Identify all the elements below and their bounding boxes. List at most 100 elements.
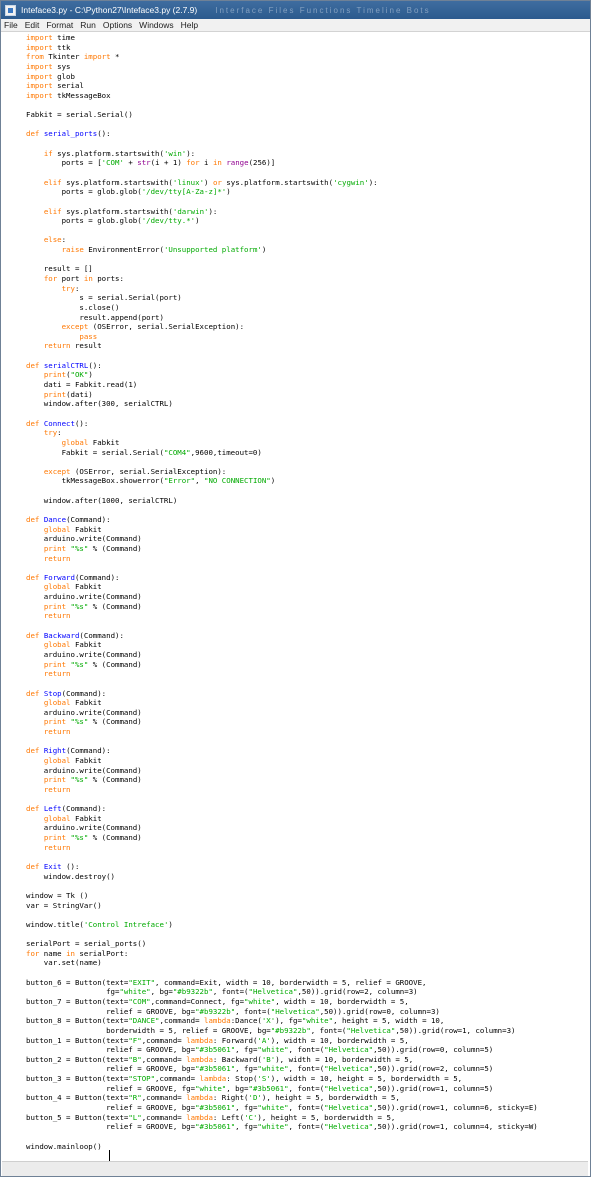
code-line[interactable]: window.after(1000, serialCTRL) [26, 496, 178, 505]
code-line[interactable]: for name in serialPort: [26, 949, 128, 958]
code-editor[interactable]: import time import ttk from Tkinter import… [2, 33, 588, 1161]
code-line[interactable]: var.set(name) [26, 958, 102, 967]
code-line[interactable]: Fabkit = serial.Serial("COM4",9600,timeo… [26, 448, 262, 457]
code-line[interactable]: global Fabkit [26, 698, 102, 707]
code-line[interactable]: def Backward(Command): [26, 631, 124, 640]
code-line[interactable]: def Forward(Command): [26, 573, 119, 582]
code-line[interactable]: return [26, 554, 71, 563]
code-line[interactable]: global Fabkit [26, 756, 102, 765]
menu-options[interactable]: Options [103, 20, 132, 30]
code-line[interactable]: print(dati) [26, 390, 93, 399]
code-line[interactable]: print("OK") [26, 370, 93, 379]
code-line[interactable]: relief = GROOVE, bg="#b9322b", font=("He… [26, 1007, 440, 1016]
code-line[interactable]: button_7 = Button(text="COM",command=Con… [26, 997, 409, 1006]
code-line[interactable]: relief = GROOVE, bg="#3b5061", fg="white… [26, 1064, 493, 1073]
code-line[interactable]: relief = GROOVE, bg="#3b5061", fg="white… [26, 1045, 493, 1054]
code-line[interactable]: result = [] [26, 264, 93, 273]
code-line[interactable]: return [26, 727, 71, 736]
code-line[interactable]: serialPort = serial_ports() [26, 939, 146, 948]
code-line[interactable]: global Fabkit [26, 814, 102, 823]
code-line[interactable]: def Stop(Command): [26, 689, 106, 698]
menu-run[interactable]: Run [80, 20, 96, 30]
code-line[interactable]: return result [26, 341, 102, 350]
code-line[interactable]: button_1 = Button(text="F",command= lamb… [26, 1036, 409, 1045]
code-line[interactable]: return [26, 843, 71, 852]
code-line[interactable]: import ttk [26, 43, 71, 52]
code-line[interactable]: ports = glob.glob('/dev/tty.*') [26, 216, 200, 225]
code-line[interactable]: button_3 = Button(text="STOP",command= l… [26, 1074, 462, 1083]
code-line[interactable]: import glob [26, 72, 75, 81]
code-line[interactable]: global Fabkit [26, 640, 102, 649]
code-line[interactable]: ports = ['COM' + str(i + 1) for i in ran… [26, 158, 276, 167]
code-line[interactable]: elif sys.platform.startswith('darwin'): [26, 207, 218, 216]
code-line[interactable]: print "%s" % (Command) [26, 833, 142, 842]
code-line[interactable]: print "%s" % (Command) [26, 775, 142, 784]
code-line[interactable]: arduino.write(Command) [26, 823, 142, 832]
code-line[interactable]: import time [26, 33, 75, 42]
code-line[interactable]: global Fabkit [26, 525, 102, 534]
code-line[interactable]: def Dance(Command): [26, 515, 111, 524]
code-line[interactable]: raise EnvironmentError('Unsupported plat… [26, 245, 267, 254]
code-line[interactable]: borderwidth = 5, relief = GROOVE, bg="#b… [26, 1026, 515, 1035]
code-line[interactable]: window.after(300, serialCTRL) [26, 399, 173, 408]
code-line[interactable]: dati = Fabkit.read(1) [26, 380, 137, 389]
code-line[interactable]: arduino.write(Command) [26, 766, 142, 775]
code-line[interactable]: if sys.platform.startswith('win'): [26, 149, 195, 158]
code-line[interactable]: for port in ports: [26, 274, 124, 283]
code-line[interactable]: window.destroy() [26, 872, 115, 881]
code-line[interactable]: fg="white", bg="#b9322b", font=("Helveti… [26, 987, 418, 996]
code-line[interactable]: def serial_ports(): [26, 129, 111, 138]
code-line[interactable]: print "%s" % (Command) [26, 544, 142, 553]
code-line[interactable]: import sys [26, 62, 71, 71]
code-line[interactable]: button_6 = Button(text="EXIT", command=E… [26, 978, 426, 987]
code-line[interactable]: except (OSError, serial.SerialException)… [26, 322, 244, 331]
menu-windows[interactable]: Windows [139, 20, 173, 30]
code-line[interactable]: arduino.write(Command) [26, 708, 142, 717]
code-line[interactable]: except (OSError, serial.SerialException)… [26, 467, 226, 476]
code-line[interactable]: relief = GROOVE, fg="white", bg="#3b5061… [26, 1084, 493, 1093]
menu-format[interactable]: Format [46, 20, 73, 30]
code-line[interactable]: print "%s" % (Command) [26, 717, 142, 726]
code-line[interactable]: tkMessageBox.showerror("Error", "NO CONN… [26, 476, 276, 485]
code-line[interactable]: try: [26, 428, 62, 437]
code-line[interactable]: elif sys.platform.startswith('linux') or… [26, 178, 378, 187]
code-line[interactable]: ports = glob.glob('/dev/tty[A-Za-z]*') [26, 187, 231, 196]
code-line[interactable]: global Fabkit [26, 582, 102, 591]
code-line[interactable]: Fabkit = serial.Serial() [26, 110, 133, 119]
code-line[interactable]: relief = GROOVE, bg="#3b5061", fg="white… [26, 1103, 538, 1112]
menu-help[interactable]: Help [181, 20, 198, 30]
menu-file[interactable]: File [4, 20, 18, 30]
code-line[interactable]: import serial [26, 81, 84, 90]
code-line[interactable]: arduino.write(Command) [26, 534, 142, 543]
code-line[interactable]: window.mainloop() [26, 1142, 102, 1151]
code-line[interactable]: from Tkinter import * [26, 52, 119, 61]
code-line[interactable]: else: [26, 235, 66, 244]
code-line[interactable]: def serialCTRL(): [26, 361, 102, 370]
code-line[interactable]: return [26, 611, 71, 620]
code-line[interactable]: try: [26, 284, 80, 293]
code-line[interactable]: def Connect(): [26, 419, 88, 428]
code-line[interactable]: arduino.write(Command) [26, 592, 142, 601]
code-line[interactable]: import tkMessageBox [26, 91, 111, 100]
menu-edit[interactable]: Edit [25, 20, 40, 30]
code-line[interactable]: def Right(Command): [26, 746, 111, 755]
code-line[interactable]: print "%s" % (Command) [26, 602, 142, 611]
code-line[interactable]: arduino.write(Command) [26, 650, 142, 659]
code-line[interactable]: button_8 = Button(text="DANCE",command= … [26, 1016, 444, 1025]
code-line[interactable]: var = StringVar() [26, 901, 102, 910]
code-line[interactable]: s.close() [26, 303, 119, 312]
code-line[interactable]: def Exit (): [26, 862, 79, 871]
code-line[interactable]: pass [26, 332, 97, 341]
code-line[interactable]: button_2 = Button(text="B",command= lamb… [26, 1055, 413, 1064]
code-line[interactable]: window.title('Control Intreface') [26, 920, 173, 929]
code-line[interactable]: relief = GROOVE, bg="#3b5061", fg="white… [26, 1122, 538, 1131]
code-line[interactable]: button_4 = Button(text="R",command= lamb… [26, 1093, 400, 1102]
code-line[interactable]: window = Tk () [26, 891, 88, 900]
code-line[interactable]: button_5 = Button(text="L",command= lamb… [26, 1113, 395, 1122]
code-line[interactable]: return [26, 785, 71, 794]
code-line[interactable]: result.append(port) [26, 313, 164, 322]
code-line[interactable]: global Fabkit [26, 438, 120, 447]
title-bar[interactable]: Inteface3.py - C:\Python27\Inteface3.py … [1, 1, 590, 19]
code-line[interactable]: print "%s" % (Command) [26, 660, 142, 669]
code-line[interactable]: def Left(Command): [26, 804, 106, 813]
